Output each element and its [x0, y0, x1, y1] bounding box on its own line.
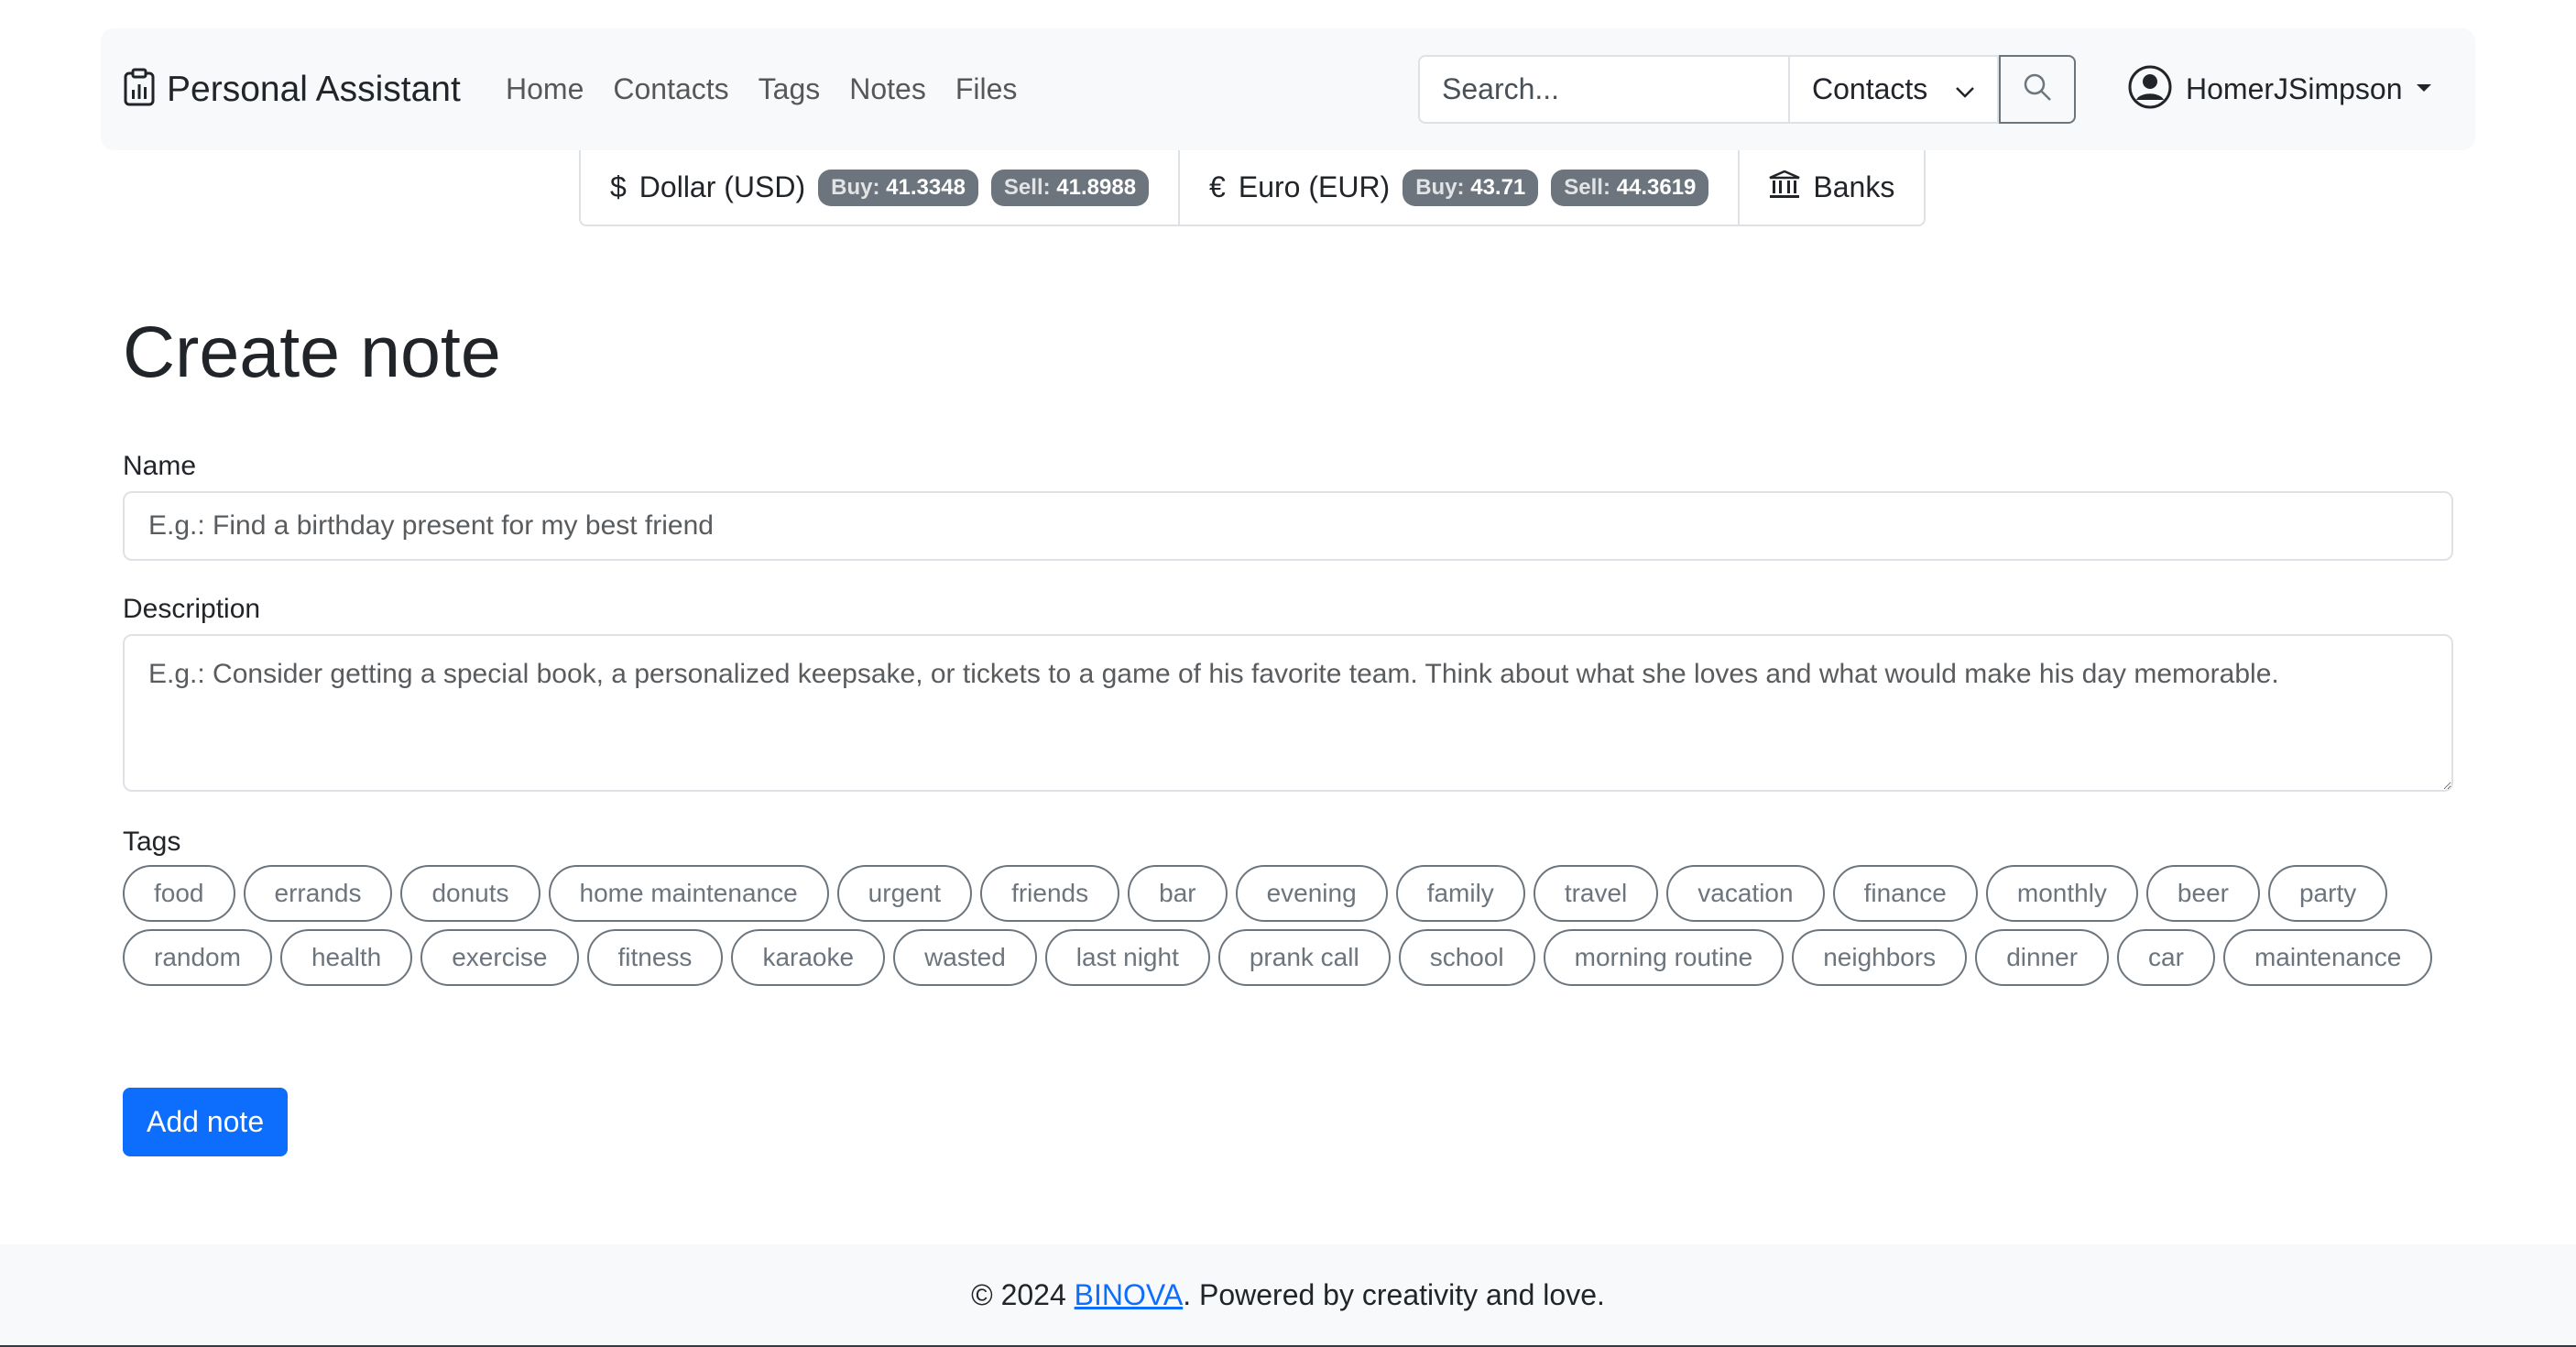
rate-usd-label: Dollar (USD) — [639, 170, 806, 203]
tag-chip[interactable]: last night — [1044, 929, 1210, 986]
page-title: Create note — [123, 311, 501, 392]
tag-chip[interactable]: exercise — [420, 929, 579, 986]
tag-chip[interactable]: karaoke — [731, 929, 886, 986]
nav-item-contacts[interactable]: Contacts — [613, 72, 728, 106]
banks-link[interactable]: Banks — [1740, 150, 1924, 224]
nav-item-notes[interactable]: Notes — [849, 72, 926, 106]
tag-chip[interactable]: prank call — [1217, 929, 1391, 986]
bank-icon — [1769, 170, 1800, 204]
exchange-rates-bar: $ Dollar (USD) Buy: 41.3348 Sell: 41.898… — [579, 150, 1927, 226]
rate-eur-label: Euro (EUR) — [1238, 170, 1391, 203]
tag-chip[interactable]: wasted — [893, 929, 1037, 986]
rate-eur-sell-badge: Sell: 44.3619 — [1551, 169, 1709, 206]
sell-label: Sell: — [1564, 174, 1610, 200]
tag-chip[interactable]: morning routine — [1543, 929, 1785, 986]
tags-label: Tags — [123, 827, 181, 857]
euro-icon: € — [1209, 170, 1226, 203]
search-button[interactable] — [1999, 55, 2076, 124]
search-scope-select[interactable]: Contacts — [1788, 55, 1999, 124]
rate-usd-sell-badge: Sell: 41.8988 — [990, 169, 1150, 206]
tag-chip[interactable]: friends — [980, 865, 1120, 922]
tag-chip[interactable]: home maintenance — [548, 865, 829, 922]
footer: © 2024 BINOVA. Powered by creativity and… — [0, 1244, 2576, 1347]
tag-chip[interactable]: fitness — [586, 929, 724, 986]
navbar: Personal Assistant Home Contacts Tags No… — [101, 28, 2475, 150]
dollar-icon: $ — [610, 170, 627, 203]
sell-value: 41.8988 — [1056, 174, 1137, 200]
name-field[interactable] — [123, 491, 2453, 561]
rate-eur: € Euro (EUR) Buy: 43.71 Sell: 44.3619 — [1180, 150, 1741, 224]
rate-usd-buy-badge: Buy: 41.3348 — [818, 169, 978, 206]
user-menu[interactable]: HomerJSimpson — [2127, 28, 2432, 150]
person-circle-icon — [2127, 64, 2173, 115]
buy-label: Buy: — [1415, 174, 1465, 200]
tag-chip[interactable]: family — [1395, 865, 1525, 922]
chevron-down-icon — [1955, 72, 1975, 106]
search-input[interactable] — [1418, 55, 1788, 124]
footer-prefix: © 2024 — [971, 1277, 1075, 1311]
tag-chip[interactable]: errands — [243, 865, 393, 922]
tag-chip[interactable]: dinner — [1975, 929, 2110, 986]
search-group: Contacts — [1418, 55, 2076, 124]
tag-chip[interactable]: party — [2267, 865, 2388, 922]
rate-usd: $ Dollar (USD) Buy: 41.3348 Sell: 41.898… — [581, 150, 1181, 224]
description-label: Description — [123, 594, 261, 624]
tag-chip[interactable]: evening — [1235, 865, 1388, 922]
banks-label: Banks — [1813, 170, 1895, 203]
tag-chip[interactable]: monthly — [1985, 865, 2138, 922]
sell-value: 44.3619 — [1616, 174, 1697, 200]
tag-chip[interactable]: vacation — [1666, 865, 1825, 922]
buy-value: 43.71 — [1470, 174, 1526, 200]
tag-chip[interactable]: car — [2117, 929, 2215, 986]
name-label: Name — [123, 451, 197, 481]
user-name: HomerJSimpson — [2186, 72, 2403, 105]
description-field[interactable] — [123, 634, 2453, 792]
brand-title: Personal Assistant — [167, 69, 461, 109]
tag-chip[interactable]: beer — [2145, 865, 2260, 922]
tag-chip[interactable]: travel — [1533, 865, 1659, 922]
tag-chip[interactable]: maintenance — [2222, 929, 2433, 986]
tags-list: food errands donuts home maintenance urg… — [123, 865, 2468, 986]
search-icon — [2022, 71, 2053, 107]
tag-chip[interactable]: random — [123, 929, 272, 986]
nav-item-files[interactable]: Files — [955, 72, 1018, 106]
tag-chip[interactable]: neighbors — [1792, 929, 1968, 986]
clipboard-data-icon — [123, 68, 156, 111]
caret-down-icon — [2416, 82, 2432, 98]
sell-label: Sell: — [1003, 174, 1051, 200]
buy-value: 41.3348 — [886, 174, 966, 200]
tag-chip[interactable]: donuts — [400, 865, 540, 922]
tag-chip[interactable]: bar — [1128, 865, 1228, 922]
tag-chip[interactable]: finance — [1832, 865, 1978, 922]
nav-item-home[interactable]: Home — [506, 72, 584, 106]
add-note-button[interactable]: Add note — [123, 1088, 289, 1156]
tag-chip[interactable]: school — [1398, 929, 1535, 986]
brand[interactable]: Personal Assistant — [123, 28, 461, 150]
tag-chip[interactable]: health — [279, 929, 413, 986]
rate-eur-buy-badge: Buy: 43.71 — [1403, 169, 1539, 206]
nav-item-tags[interactable]: Tags — [759, 72, 821, 106]
footer-link[interactable]: BINOVA — [1075, 1278, 1184, 1312]
tag-chip[interactable]: urgent — [836, 865, 973, 922]
footer-suffix: . Powered by creativity and love. — [1183, 1277, 1605, 1311]
nav-links: Home Contacts Tags Notes Files — [506, 28, 1017, 150]
tag-chip[interactable]: food — [123, 865, 235, 922]
search-scope-value: Contacts — [1812, 72, 1928, 105]
buy-label: Buy: — [831, 174, 880, 200]
